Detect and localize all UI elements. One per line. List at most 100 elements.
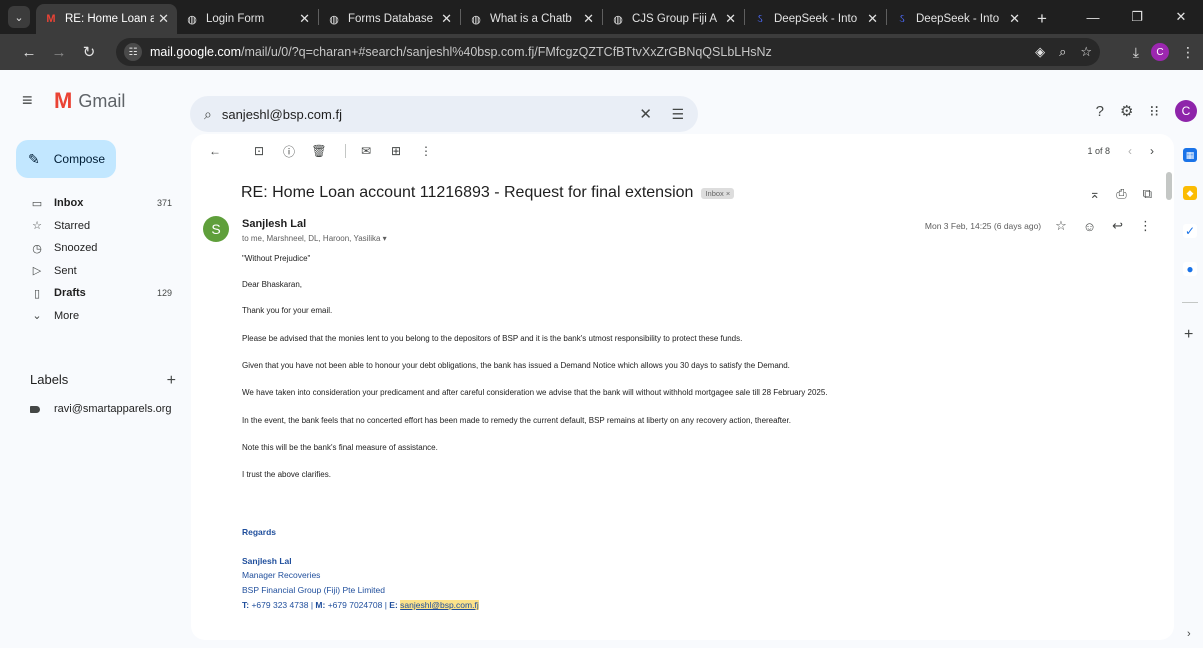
tab-label: DeepSeek - Into [916, 13, 1000, 25]
tab-cjs-group[interactable]: ◍ CJS Group Fiji A ✕ [603, 4, 744, 34]
sender-avatar[interactable]: S [203, 216, 229, 242]
zoom-icon[interactable]: ⌕ [1059, 44, 1066, 60]
add-label-icon[interactable]: + [167, 372, 176, 390]
site-settings-icon[interactable]: ☷ [124, 43, 142, 61]
emoji-react-icon[interactable]: ☺ [1083, 219, 1096, 234]
delete-icon[interactable]: 🗑 [307, 144, 331, 158]
help-icon[interactable]: ? [1096, 103, 1104, 120]
account-avatar[interactable]: C [1175, 100, 1197, 122]
browser-toolbar: ← → ↻ ☷ mail.google.com /mail/u/0/?q=cha… [0, 34, 1203, 70]
signature-email-link[interactable]: sanjeshl@bsp.com.fj [400, 600, 479, 610]
browser-tab-strip: ⌄ M RE: Home Loan a ✕ ◍ Login Form ✕ ◍ F… [0, 0, 1203, 34]
recipients[interactable]: to me, Marshneel, DL, Haroon, Yasilika ▾ [242, 234, 387, 243]
gmail-logo[interactable]: M Gmail [54, 88, 125, 114]
tab-deepseek-2[interactable]: ઽ DeepSeek - Into ✕ [887, 4, 1028, 34]
body-paragraph: Please be advised that the monies lent t… [242, 334, 743, 343]
search-value: sanjeshl@bsp.com.fj [221, 106, 342, 122]
settings-gear-icon[interactable]: ⚙ [1120, 102, 1133, 120]
close-icon[interactable]: ✕ [583, 11, 594, 27]
close-icon[interactable]: ✕ [441, 11, 452, 27]
calendar-icon[interactable]: ▦ [1183, 148, 1197, 162]
install-app-icon[interactable]: ◈ [1035, 44, 1045, 60]
globe-icon: ◍ [613, 13, 623, 26]
scrollbar-thumb[interactable] [1166, 172, 1172, 200]
body-paragraph: Dear Bhaskaran, [242, 280, 303, 289]
star-icon[interactable]: ☆ [1055, 218, 1067, 234]
search-options-icon[interactable]: ☰ [671, 106, 684, 123]
tab-chatbot[interactable]: ◍ What is a Chatb ✕ [461, 4, 602, 34]
contacts-icon[interactable]: ● [1183, 262, 1197, 276]
back-to-search-icon[interactable]: ← [203, 144, 227, 158]
sidebar-item-sent[interactable]: ▷ Sent [0, 260, 184, 283]
compose-button[interactable]: ✎ Compose [16, 140, 116, 178]
mark-unread-icon[interactable]: ✉ [354, 144, 378, 158]
open-new-window-icon[interactable]: ⧉ [1143, 186, 1152, 202]
collapse-all-icon[interactable]: ⌅ [1089, 186, 1100, 202]
deepseek-icon: ઽ [899, 12, 905, 25]
tab-label: Forms Database [348, 13, 434, 25]
tab-deepseek-1[interactable]: ઽ DeepSeek - Into ✕ [745, 4, 886, 34]
tab-forms-database[interactable]: ◍ Forms Database ✕ [319, 4, 460, 34]
tab-search-chevron-icon[interactable]: ⌄ [8, 6, 30, 28]
search-icon[interactable]: ⌕ [204, 106, 212, 123]
older-chevron-icon[interactable]: › [1150, 144, 1154, 158]
more-options-icon[interactable]: ⋮ [414, 144, 438, 158]
search-input[interactable]: ⌕ sanjeshl@bsp.com.fj ✕ ☰ [190, 96, 698, 132]
archive-icon[interactable]: ⊡ [247, 144, 271, 158]
apps-grid-icon[interactable]: ⁝⁝ [1149, 102, 1159, 120]
close-icon[interactable]: ✕ [867, 11, 878, 27]
browser-menu-icon[interactable]: ⋮ [1181, 44, 1195, 61]
body-paragraph: Given that you have not been able to hon… [242, 361, 790, 370]
label-tag-icon [30, 405, 40, 413]
close-icon[interactable]: ✕ [158, 11, 169, 27]
tab-login-form[interactable]: ◍ Login Form ✕ [177, 4, 318, 34]
body-paragraph: We have taken into consideration your pr… [242, 388, 828, 397]
body-paragraph: I trust the above clarifies. [242, 470, 331, 479]
globe-icon: ◍ [471, 13, 481, 26]
message-more-icon[interactable]: ⋮ [1139, 218, 1152, 234]
star-icon: ☆ [32, 220, 42, 233]
tab-gmail[interactable]: M RE: Home Loan a ✕ [36, 4, 177, 34]
back-arrow-icon[interactable]: ← [14, 37, 44, 67]
download-icon[interactable]: ⤓ [1133, 44, 1139, 61]
browser-profile-avatar[interactable]: C [1151, 43, 1169, 61]
get-addons-icon[interactable]: + [1184, 326, 1193, 344]
gmail-logo-text: Gmail [78, 90, 126, 111]
show-side-panel-chevron-icon[interactable]: › [1187, 628, 1191, 640]
compose-label: Compose [53, 152, 106, 166]
minimize-icon[interactable]: — [1071, 0, 1115, 34]
label-item[interactable]: ravi@smartapparels.org [30, 403, 172, 415]
reply-icon[interactable]: ↩ [1112, 218, 1123, 234]
move-to-icon[interactable]: ⊞ [384, 144, 408, 158]
forward-arrow-icon[interactable]: → [44, 37, 74, 67]
sidebar-item-drafts[interactable]: ▯ Drafts 129 [0, 282, 184, 305]
tasks-icon[interactable]: ✓ [1183, 224, 1197, 238]
bookmark-star-icon[interactable]: ☆ [1080, 44, 1092, 60]
clear-search-icon[interactable]: ✕ [639, 105, 652, 123]
newer-chevron-icon[interactable]: ‹ [1128, 144, 1132, 158]
close-icon[interactable]: ✕ [725, 11, 736, 27]
new-tab-button[interactable]: + [1028, 4, 1056, 34]
main-menu-icon[interactable]: ≡ [22, 90, 33, 111]
message-toolbar: ← ⊡ ⓘ 🗑 ✉ ⊞ ⋮ [191, 134, 1174, 168]
keep-icon[interactable]: ◆ [1183, 186, 1197, 200]
url-path: /mail/u/0/?q=charan+#search/sanjeshl%40b… [241, 45, 772, 59]
sender-name[interactable]: Sanjlesh Lal [242, 218, 306, 230]
chevron-down-icon: ⌄ [32, 310, 42, 323]
body-paragraph: "Without Prejudice" [242, 254, 311, 263]
sidebar-item-more[interactable]: ⌄ More [0, 305, 184, 328]
signature-contact: T: +679 323 4738 | M: +679 7024708 | E: … [242, 600, 479, 610]
print-icon[interactable]: ⎙ [1116, 186, 1126, 202]
window-close-icon[interactable]: ✕ [1159, 0, 1203, 34]
restore-icon[interactable]: ❐ [1115, 0, 1159, 34]
address-bar[interactable]: ☷ mail.google.com /mail/u/0/?q=charan+#s… [116, 38, 1100, 66]
inbox-label-chip[interactable]: Inbox × [701, 187, 735, 199]
reload-icon[interactable]: ↻ [74, 37, 104, 67]
close-icon[interactable]: ✕ [299, 11, 310, 27]
signature-name: Sanjlesh Lal [242, 556, 292, 566]
close-icon[interactable]: ✕ [1009, 11, 1020, 27]
sidebar-item-starred[interactable]: ☆ Starred [0, 215, 184, 238]
sidebar-item-inbox[interactable]: ▭ Inbox 371 [0, 192, 184, 215]
report-spam-icon[interactable]: ⓘ [277, 143, 301, 160]
sidebar-item-snoozed[interactable]: ◷ Snoozed [0, 237, 184, 260]
